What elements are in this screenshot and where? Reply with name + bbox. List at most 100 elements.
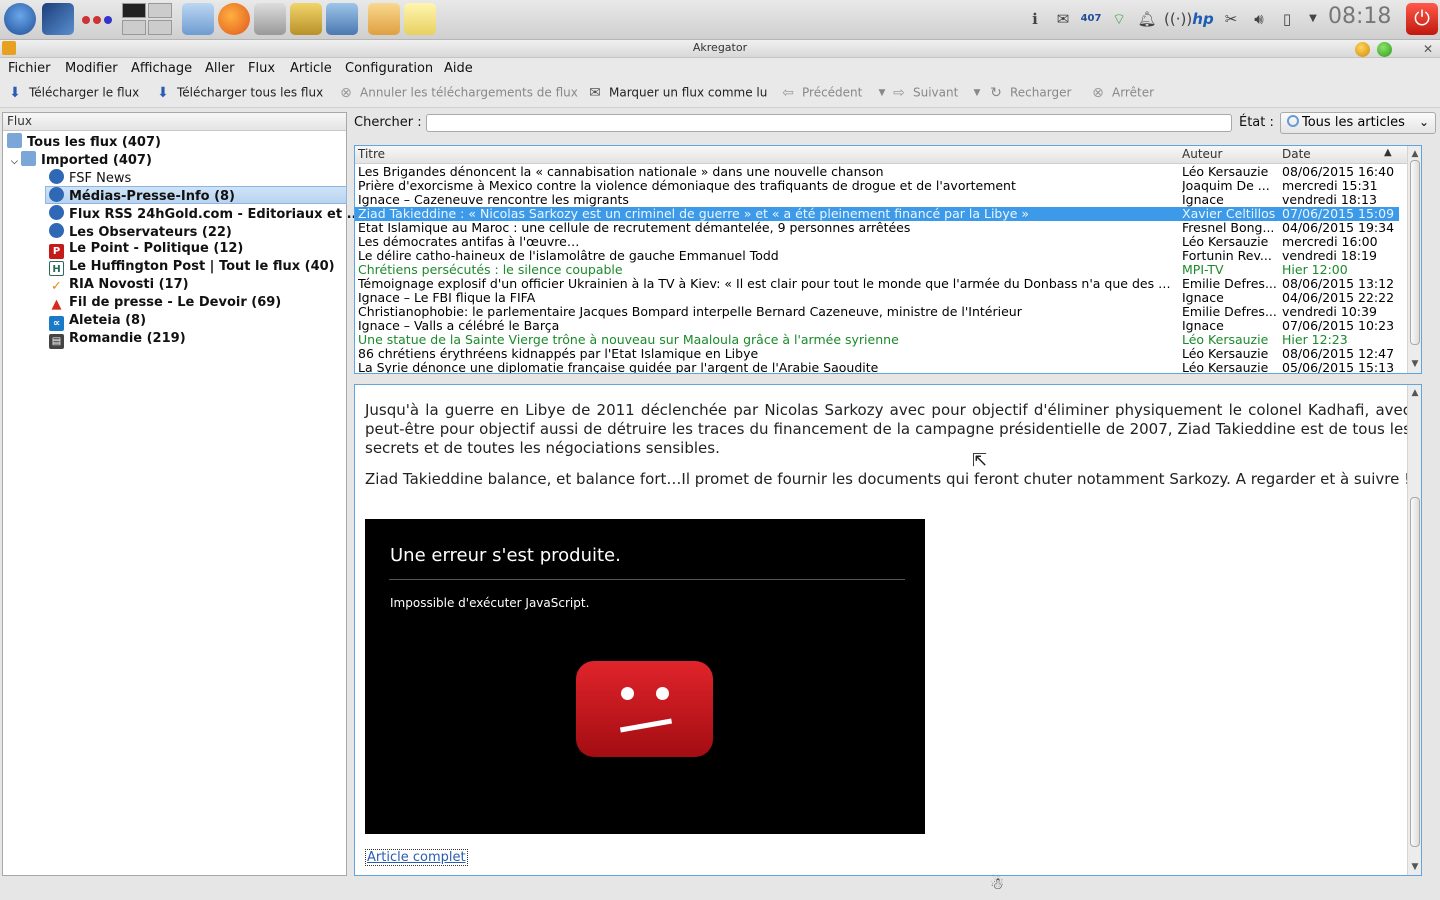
kde-menu-icon[interactable] xyxy=(4,3,36,35)
scroll-down-icon[interactable]: ▼ xyxy=(1409,861,1421,873)
menu-aller[interactable]: Aller xyxy=(205,61,234,76)
file-manager-icon[interactable] xyxy=(182,3,214,35)
network-icon[interactable]: ((·)) xyxy=(1164,8,1192,30)
feed-le-point[interactable]: P Le Point - Politique (12) xyxy=(49,241,243,259)
article-row[interactable]: Témoignage explosif d'un officier Ukrain… xyxy=(355,277,1399,291)
feed-imported[interactable]: ⌵ Imported (407) xyxy=(11,151,152,169)
article-date: 08/06/2015 12:47 xyxy=(1282,347,1395,361)
minimize-button[interactable] xyxy=(1355,42,1370,57)
stop-label: Arrêter xyxy=(1112,85,1155,100)
article-list-scrollbar[interactable]: ▲ ▼ xyxy=(1407,146,1421,373)
hp-icon[interactable]: hp xyxy=(1192,8,1214,30)
scroll-up-icon[interactable]: ▲ xyxy=(1409,387,1421,399)
calculator-icon[interactable] xyxy=(254,3,286,35)
clock[interactable]: 08:18 xyxy=(1328,4,1391,29)
feed-les-observateurs[interactable]: Les Observateurs (22) xyxy=(49,223,232,241)
menu-article[interactable]: Article xyxy=(290,61,332,76)
virtual-desktops-icon[interactable] xyxy=(122,3,172,35)
reload-button[interactable]: ↻ Recharger xyxy=(987,84,1071,104)
battery-icon[interactable]: ▯ xyxy=(1276,8,1298,30)
firefox-icon[interactable] xyxy=(218,3,250,35)
article-row[interactable]: 86 chrétiens érythréens kidnappés par l'… xyxy=(355,347,1399,361)
article-row[interactable]: Une statue de la Sainte Vierge trône à n… xyxy=(355,333,1399,347)
tools-icon[interactable] xyxy=(290,3,322,35)
mark-read-button[interactable]: ✉ Marquer un flux comme lu xyxy=(586,84,767,104)
article-view-scrollbar[interactable]: ▲ ▼ xyxy=(1407,385,1421,875)
scroll-down-icon[interactable]: ▼ xyxy=(1409,358,1421,370)
full-article-link[interactable]: Article complet xyxy=(365,849,468,866)
article-title: Etat Islamique au Maroc : une cellule de… xyxy=(358,221,911,235)
status-filter-select[interactable]: Tous les articles ⌄ xyxy=(1280,112,1436,134)
notes-icon[interactable] xyxy=(404,3,436,35)
wifi-icon[interactable]: ⌔ xyxy=(1108,8,1130,30)
scissors-icon[interactable]: ✂ xyxy=(1220,8,1242,30)
column-author[interactable]: Auteur xyxy=(1182,147,1222,161)
search-input[interactable] xyxy=(426,114,1232,132)
article-paragraph-1: Jusqu'à la guerre en Libye de 2011 décle… xyxy=(365,401,1411,457)
stop-button[interactable]: ⊗ Arrêter xyxy=(1089,84,1154,104)
feed-huffington-post[interactable]: H Le Huffington Post | Tout le flux (40) xyxy=(49,259,335,277)
feed-romandie[interactable]: ▤ Romandie (219) xyxy=(49,331,186,349)
article-row[interactable]: Chrétiens persécutés : le silence coupab… xyxy=(355,263,1399,277)
menu-flux[interactable]: Flux xyxy=(248,61,275,76)
akregator-launcher-icon[interactable] xyxy=(368,3,400,35)
fetch-all-button[interactable]: ⬇ Télécharger tous les flux xyxy=(154,84,323,104)
image-viewer-icon[interactable] xyxy=(326,3,358,35)
menu-fichier[interactable]: Fichier xyxy=(8,61,51,76)
tray-expand-icon[interactable]: ▼ xyxy=(1302,8,1324,30)
column-title[interactable]: Titre xyxy=(358,147,385,161)
feed-all[interactable]: Tous les flux (407) xyxy=(7,133,161,151)
close-icon[interactable]: ✕ xyxy=(1420,42,1436,57)
menu-affichage[interactable]: Affichage xyxy=(131,61,192,76)
article-row[interactable]: Etat Islamique au Maroc : une cellule de… xyxy=(355,221,1399,235)
feed-count-badge[interactable]: 407 xyxy=(1080,8,1102,30)
article-row[interactable]: Christianophobie: le parlementaire Jacqu… xyxy=(355,305,1399,319)
previous-button[interactable]: ⇦ Précédent xyxy=(779,84,862,104)
article-row[interactable]: Les démocrates antifas à l'œuvre… Léo Ker… xyxy=(355,235,1399,249)
expand-arrow-icon[interactable]: ⌵ xyxy=(11,157,21,167)
article-row[interactable]: Les Brigandes dénoncent la « cannabisati… xyxy=(355,165,1399,179)
feed-tree: Flux Tous les flux (407) ⌵ Imported (407)… xyxy=(2,112,361,876)
sort-ascending-icon[interactable]: ▲ xyxy=(1384,147,1392,158)
fetch-feed-button[interactable]: ⬇ Télécharger le flux xyxy=(6,84,139,104)
article-date: 04/06/2015 22:22 xyxy=(1282,291,1395,305)
maximize-button[interactable] xyxy=(1377,42,1392,57)
article-row[interactable]: Prière d'exorcisme à Mexico contre la vi… xyxy=(355,179,1399,193)
volume-icon[interactable]: 🔊︎ xyxy=(1248,8,1270,30)
feed-medias-presse-info[interactable]: Médias-Presse-Info (8) xyxy=(45,186,347,204)
feed-aleteia[interactable]: ∝ Aleteia (8) xyxy=(49,313,146,331)
feed-ria-novosti[interactable]: ✓ RIA Novosti (17) xyxy=(49,277,189,295)
desktop-icon[interactable] xyxy=(42,3,74,35)
scroll-up-icon[interactable]: ▲ xyxy=(1409,148,1421,160)
activities-icon[interactable] xyxy=(80,3,116,35)
mail-icon[interactable]: ✉ xyxy=(1052,8,1074,30)
article-row[interactable]: Ignace – Valls a célébré le Barça Ignace 0… xyxy=(355,319,1399,333)
lepoint-icon: P xyxy=(49,244,64,259)
scroll-thumb[interactable] xyxy=(1410,497,1420,847)
info-icon[interactable]: ℹ xyxy=(1024,8,1046,30)
article-row[interactable]: Le délire catho-haineux de l'islamolâtre… xyxy=(355,249,1399,263)
menu-configuration[interactable]: Configuration xyxy=(345,61,433,76)
abort-fetch-button[interactable]: ⊗ Annuler les téléchargements de flux xyxy=(337,84,578,104)
embedded-video[interactable]: Une erreur s'est produite. Impossible d'… xyxy=(365,519,925,834)
article-row[interactable]: Ignace – Le FBI flique la FIFA Ignace 04/0… xyxy=(355,291,1399,305)
feed-24hgold[interactable]: Flux RSS 24hGold.com - Editoriaux et ... xyxy=(49,205,361,223)
feed-label: Le Huffington Post | Tout le flux (40) xyxy=(69,259,335,274)
article-date: 05/06/2015 15:13 xyxy=(1282,361,1395,374)
feed-le-devoir[interactable]: ▲ Fil de presse - Le Devoir (69) xyxy=(49,295,281,313)
filter-icon xyxy=(1287,115,1299,127)
feed-fsf-news[interactable]: FSF News xyxy=(49,169,131,187)
article-title: Chrétiens persécutés : le silence coupab… xyxy=(358,263,623,277)
power-icon[interactable]: ⏻ xyxy=(1406,3,1438,35)
article-row[interactable]: La Syrie dénonce une diplomatie français… xyxy=(355,361,1399,374)
feed-tree-header[interactable]: Flux xyxy=(3,113,346,131)
bell-icon[interactable]: 🔔︎ xyxy=(1136,8,1158,30)
scroll-thumb[interactable] xyxy=(1410,160,1420,345)
column-date[interactable]: Date xyxy=(1282,147,1311,161)
article-row[interactable]: Ziad Takieddine : « Nicolas Sarkozy est … xyxy=(355,207,1399,221)
menu-aide[interactable]: Aide xyxy=(444,61,473,76)
next-button[interactable]: ⇨ Suivant xyxy=(890,84,958,104)
article-row[interactable]: Ignace – Cazeneuve rencontre les migrant… xyxy=(355,193,1399,207)
feed-label: Tous les flux (407) xyxy=(27,135,161,150)
menu-modifier[interactable]: Modifier xyxy=(65,61,118,76)
